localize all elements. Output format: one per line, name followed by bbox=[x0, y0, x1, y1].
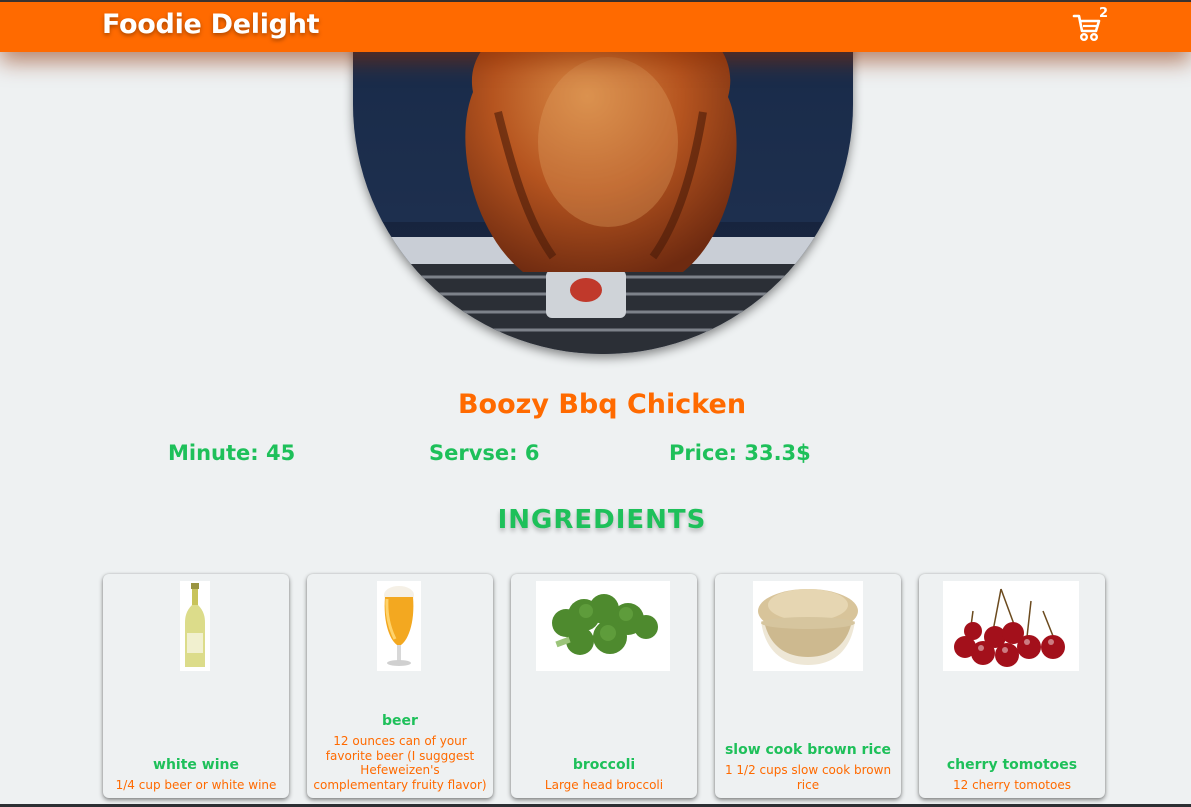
ingredient-card-white-wine[interactable]: white wine 1/4 cup beer or white wine bbox=[103, 574, 289, 798]
white-wine-image bbox=[180, 581, 210, 671]
cart-count-badge: 2 bbox=[1099, 6, 1109, 21]
recipe-price: Price: 33.3$ bbox=[669, 441, 811, 465]
ingredient-amount: 12 cherry tomotoes bbox=[952, 777, 1071, 792]
ingredient-name: beer bbox=[382, 713, 418, 729]
recipe-hero-image bbox=[353, 2, 853, 354]
ingredient-name: slow cook brown rice bbox=[724, 742, 892, 758]
ingredient-card-body: beer 12 ounces can of your favorite beer… bbox=[313, 712, 487, 792]
ingredient-amount: 12 ounces can of your favorite beer (I s… bbox=[313, 734, 487, 792]
ingredient-name: cherry tomotoes bbox=[946, 756, 1078, 773]
brown-rice-image bbox=[753, 581, 863, 671]
ingredient-name: white wine bbox=[153, 756, 239, 773]
ingredient-name: broccoli bbox=[572, 756, 636, 773]
ingredient-amount: Large head broccoli bbox=[544, 777, 664, 792]
brand-logo[interactable]: Foodie Delight bbox=[102, 9, 320, 40]
recipe-minutes: Minute: 45 bbox=[168, 441, 296, 465]
beer-image bbox=[377, 581, 421, 671]
ingredient-card-brown-rice[interactable]: slow cook brown rice 1 1/2 cups slow coo… bbox=[715, 574, 901, 798]
ingredient-card-beer[interactable]: beer 12 ounces can of your favorite beer… bbox=[307, 574, 493, 798]
ingredient-amount: 1/4 cup beer or white wine bbox=[115, 777, 277, 792]
recipe-serves: Servse: 6 bbox=[429, 441, 540, 465]
ingredient-card-cherry-tomatoes[interactable]: cherry tomotoes 12 cherry tomotoes bbox=[919, 574, 1105, 798]
recipe-title: Boozy Bbq Chicken bbox=[457, 389, 747, 420]
ingredients-heading: INGREDIENTS bbox=[497, 505, 707, 535]
broccoli-image bbox=[536, 581, 670, 671]
ingredient-card-body: broccoli Large head broccoli bbox=[517, 756, 691, 793]
ingredient-card-body: cherry tomotoes 12 cherry tomotoes bbox=[925, 756, 1099, 793]
ingredient-card-body: slow cook brown rice 1 1/2 cups slow coo… bbox=[721, 741, 895, 792]
cherry-tomatoes-image bbox=[943, 581, 1079, 671]
cart-icon[interactable] bbox=[1072, 12, 1102, 44]
ingredient-card-body: white wine 1/4 cup beer or white wine bbox=[109, 756, 283, 793]
header-bar: Foodie Delight 2 bbox=[0, 2, 1191, 52]
ingredient-card-broccoli[interactable]: broccoli Large head broccoli bbox=[511, 574, 697, 798]
ingredient-amount: 1 1/2 cups slow cook brown rice bbox=[724, 763, 892, 792]
